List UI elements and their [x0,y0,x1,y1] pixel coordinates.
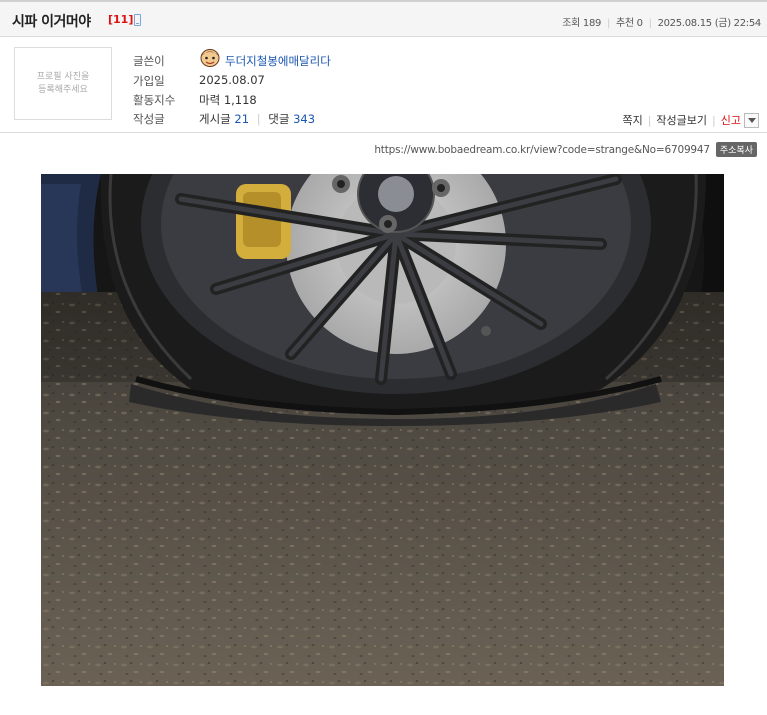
mobile-icon [134,14,141,26]
view-posts-button[interactable]: 작성글보기 [656,112,707,128]
views-count: 189 [582,18,602,29]
comments-text: 댓글 [268,112,290,126]
report-button[interactable]: 신고 [721,112,741,128]
author-actions: 쪽지 | 작성글보기 | 신고 [622,112,759,128]
post-title: 시파 이거머야 [12,14,91,30]
activity-value: 마력 1,118 [199,93,257,107]
flat-tire-photo [41,174,724,686]
post-meta: 조회 189 | 추천 0 | 2025.08.15 (금) 22:54 [562,18,762,29]
post-title-bar: 시파 이거머야 [11] 조회 189 | 추천 0 | 2025.08.15 … [0,0,767,37]
post-date: 2025.08.15 (금) 22:54 [657,18,762,29]
post-url: https://www.bobaedream.co.kr/view?code=s… [374,143,710,156]
author-profile: 프로필 사진을 등록해주세요 글쓴이 두더지철봉에매달리다 가입일 2025.0… [0,37,767,133]
posts-label: 작성글 [133,112,165,126]
recommend-label: 추천 [615,18,634,29]
avatar-placeholder-text: 프로필 사진을 등록해주세요 [36,71,90,95]
joined-label: 가입일 [133,74,165,88]
comment-count[interactable]: [11] [108,13,133,26]
comments-count-link[interactable]: 343 [293,112,315,126]
message-button[interactable]: 쪽지 [622,112,642,128]
views-label: 조회 [562,18,580,29]
activity-label: 활동지수 [133,93,176,107]
user-emoji-icon [200,49,220,67]
author-name-link[interactable]: 두더지철봉에매달리다 [225,53,331,69]
avatar-placeholder: 프로필 사진을 등록해주세요 [14,47,112,120]
chevron-down-icon[interactable] [744,112,759,128]
recommend-count: 0 [636,18,643,29]
post-photo[interactable] [41,174,724,686]
author-label: 글쓴이 [133,54,165,68]
joined-date: 2025.08.07 [199,73,265,87]
posts-count-link[interactable]: 21 [234,112,249,126]
copy-url-button[interactable]: 주소복사 [715,142,757,157]
posts-text: 게시글 [199,112,231,126]
post-url-row: https://www.bobaedream.co.kr/view?code=s… [374,142,757,157]
